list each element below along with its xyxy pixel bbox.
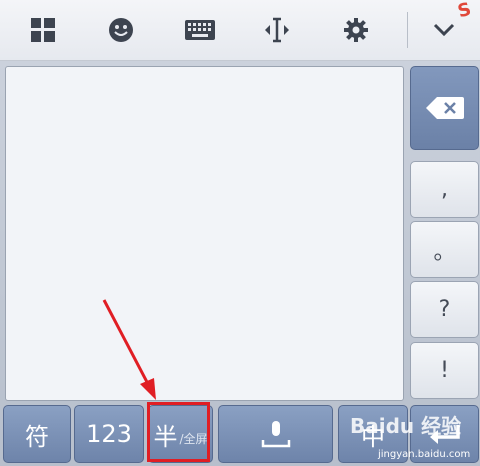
microphone-icon (261, 421, 290, 448)
chevron-down-icon[interactable] (424, 12, 464, 48)
cursor-move-icon[interactable] (257, 12, 297, 48)
period-key-label: 。 (433, 239, 456, 265)
keyboard-toolbar: S (0, 0, 480, 61)
period-key[interactable]: 。 (410, 221, 479, 278)
toolbar-divider (407, 12, 408, 48)
symbols-key-label: 符 (25, 422, 49, 451)
layout-grid-icon[interactable] (23, 12, 63, 48)
watermark-url: jingyan.baidu.com (378, 449, 471, 460)
exclamation-key[interactable]: ! (410, 342, 479, 399)
symbols-key[interactable]: 符 (3, 405, 71, 463)
comma-key-label: , (441, 177, 448, 202)
backspace-key[interactable] (410, 66, 479, 150)
gear-icon[interactable] (336, 12, 376, 48)
backspace-icon (425, 97, 464, 119)
annotation-arrow-icon (102, 299, 156, 400)
comma-key[interactable]: , (410, 161, 479, 218)
annotation-highlight-box (147, 402, 210, 462)
keyboard-icon[interactable] (180, 12, 220, 48)
emoji-icon[interactable] (101, 12, 141, 48)
question-key-label: ? (438, 297, 451, 322)
exclamation-key-label: ! (440, 358, 449, 383)
numbers-key-label: 123 (86, 420, 132, 448)
watermark: Baidu 经验 (350, 414, 462, 438)
handwriting-area[interactable] (5, 66, 404, 401)
keyboard-body: , 。 ? ! 符 123 半 /全屏 中 (0, 61, 480, 466)
voice-input-key[interactable] (218, 405, 333, 463)
numbers-key[interactable]: 123 (74, 405, 144, 463)
question-key[interactable]: ? (410, 281, 479, 338)
